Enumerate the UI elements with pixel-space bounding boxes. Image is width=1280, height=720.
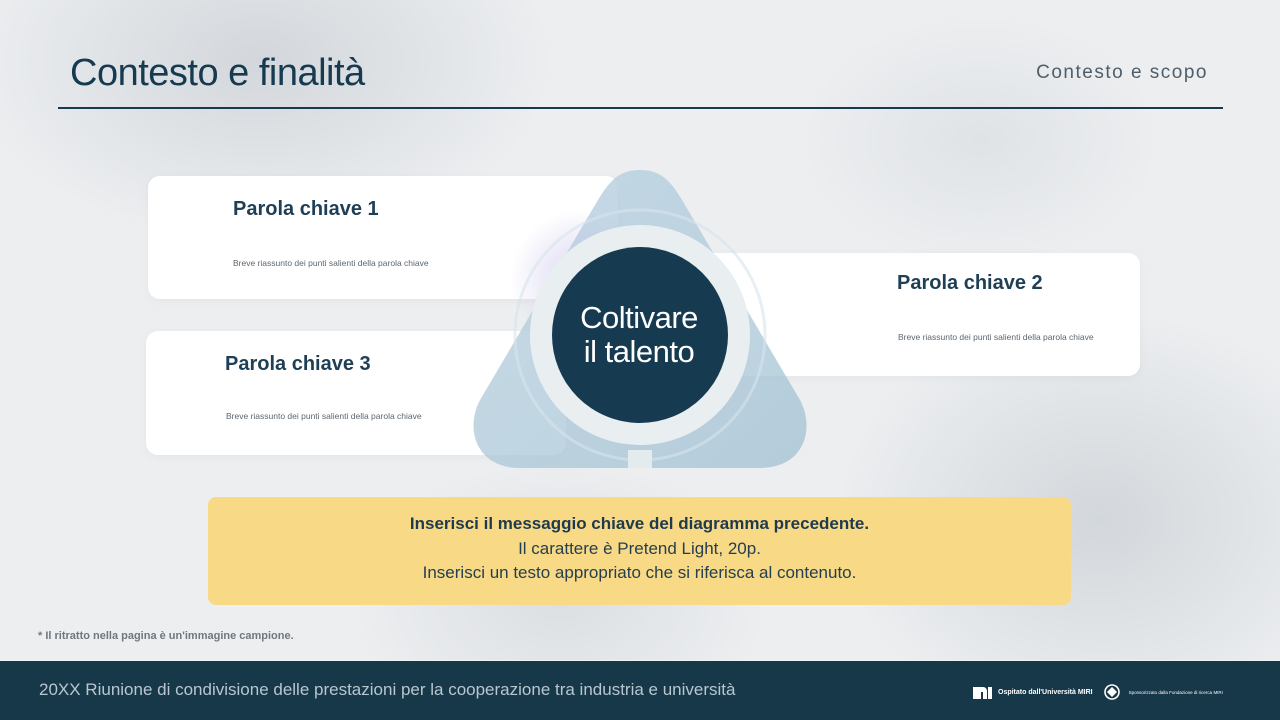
title-divider <box>58 107 1223 109</box>
keyword-description: Breve riassunto dei punti salienti della… <box>226 411 422 421</box>
footer-bar: 20XX Riunione di condivisione delle pres… <box>0 661 1280 720</box>
key-message-headline: Inserisci il messaggio chiave del diagra… <box>409 514 870 533</box>
keyword-title: Parola chiave 2 <box>897 272 1043 294</box>
keyword-title: Parola chiave 1 <box>233 198 379 220</box>
keyword-description: Breve riassunto dei punti salienti della… <box>233 258 429 268</box>
key-message-line: Inserisci un testo appropriato che si ri… <box>422 563 857 582</box>
logo2-label: Sponsorizzato dalla Fondazione di ricerc… <box>1128 689 1223 695</box>
logo1-label: Ospitato dall'Università MIRI <box>998 688 1093 696</box>
section-subtitle: Contesto e scopo <box>1036 62 1208 83</box>
foundation-logo-icon <box>1103 684 1120 700</box>
key-message-line: Il carattere è Pretend Light, 20p. <box>518 539 761 558</box>
footnote: * Il ritratto nella pagina è un'immagine… <box>38 630 294 642</box>
footer-text: 20XX Riunione di condivisione delle pres… <box>39 680 736 699</box>
triangle-notch <box>628 450 652 468</box>
footer-logos: Ospitato dall'Università MIRI Sponsorizz… <box>972 682 1223 702</box>
miri-logo-icon <box>973 687 992 699</box>
keyword-title: Parola chiave 3 <box>225 353 371 375</box>
key-message-box: Inserisci il messaggio chiave del diagra… <box>208 497 1071 605</box>
keyword-description: Breve riassunto dei punti salienti della… <box>898 332 1094 342</box>
center-label: Coltivare il talento <box>580 300 698 369</box>
page-title: Contesto e finalità <box>70 52 365 94</box>
